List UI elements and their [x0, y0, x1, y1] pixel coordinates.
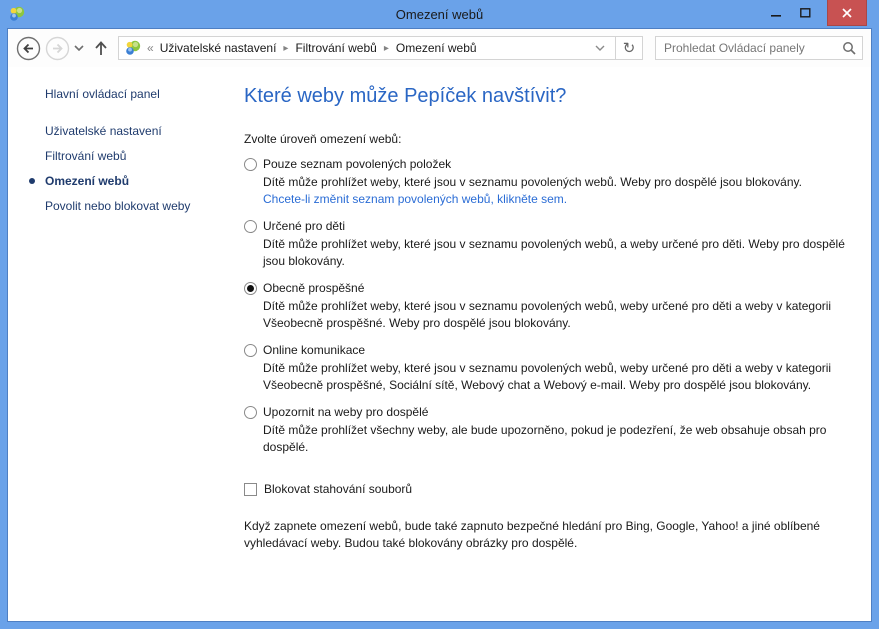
- safe-search-note: Když zapnete omezení webů, bude také zap…: [244, 518, 871, 552]
- option-description: Dítě může prohlížet weby, které jsou v s…: [263, 360, 848, 394]
- maximize-button[interactable]: [791, 0, 820, 26]
- instruction-text: Zvolte úroveň omezení webů:: [244, 132, 871, 146]
- option-row[interactable]: Určené pro děti: [244, 219, 871, 233]
- back-arrow-icon: [16, 36, 41, 61]
- sidebar-item-label: Uživatelské nastavení: [45, 124, 162, 138]
- up-button[interactable]: [94, 40, 108, 56]
- radio-button[interactable]: [244, 220, 257, 233]
- search-icon[interactable]: [842, 41, 856, 55]
- sidebar-item-user-settings[interactable]: Uživatelské nastavení: [8, 124, 236, 138]
- checkbox-label: Blokovat stahování souborů: [264, 482, 412, 496]
- family-safety-icon: [9, 6, 25, 22]
- search-input[interactable]: [662, 40, 838, 56]
- option-warn-on-adult: Upozornit na weby pro dospělé Dítě může …: [244, 405, 871, 456]
- breadcrumb-separator-icon[interactable]: ▸: [280, 43, 291, 54]
- parental-controls-window: Omezení webů: [0, 0, 879, 629]
- option-description: Dítě může prohlížet weby, které jsou v s…: [263, 174, 848, 191]
- window-content: « Uživatelské nastavení ▸ Filtrování web…: [7, 28, 872, 622]
- sidebar-item-label: Hlavní ovládací panel: [45, 87, 160, 101]
- window-controls: [762, 0, 867, 26]
- close-button[interactable]: [827, 0, 867, 26]
- option-description: Dítě může prohlížet weby, které jsou v s…: [263, 298, 848, 332]
- breadcrumb-item[interactable]: Uživatelské nastavení: [156, 41, 281, 55]
- sidebar-item-allow-block-websites[interactable]: Povolit nebo blokovat weby: [8, 199, 236, 213]
- option-designed-for-children: Určené pro děti Dítě může prohlížet weby…: [244, 219, 871, 270]
- option-general-interest: Obecně prospěšné Dítě může prohlížet web…: [244, 281, 871, 332]
- recent-pages-button[interactable]: [74, 45, 84, 51]
- page-title: Které weby může Pepíček navštívit?: [244, 85, 871, 108]
- refresh-button[interactable]: ↻: [616, 36, 643, 60]
- chevron-down-icon: [595, 45, 605, 51]
- up-arrow-icon: [94, 40, 108, 56]
- close-icon: [842, 8, 852, 18]
- radio-button[interactable]: [244, 158, 257, 171]
- main-panel: Které weby může Pepíček navštívit? Zvolt…: [236, 67, 871, 621]
- block-downloads-row[interactable]: Blokovat stahování souborů: [244, 482, 871, 496]
- search-box: [655, 36, 863, 60]
- option-label: Online komunikace: [263, 343, 365, 357]
- radio-button[interactable]: [244, 406, 257, 419]
- sidebar-item-label: Povolit nebo blokovat weby: [45, 199, 190, 213]
- page-body: Hlavní ovládací panel Uživatelské nastav…: [8, 67, 871, 621]
- option-online-communication: Online komunikace Dítě může prohlížet we…: [244, 343, 871, 394]
- edit-allow-list-link[interactable]: Chcete-li změnit seznam povolených webů,…: [263, 191, 848, 208]
- family-safety-icon: [125, 40, 141, 56]
- breadcrumb-separator-icon[interactable]: ▸: [381, 43, 392, 54]
- option-label: Upozornit na weby pro dospělé: [263, 405, 428, 419]
- block-downloads-checkbox[interactable]: [244, 483, 257, 496]
- window-title: Omezení webů: [0, 7, 879, 22]
- active-item-bullet-icon: [29, 178, 35, 184]
- breadcrumb[interactable]: « Uživatelské nastavení ▸ Filtrování web…: [118, 36, 616, 60]
- option-allow-list-only: Pouze seznam povolených položek Dítě můž…: [244, 157, 871, 208]
- option-description: Dítě může prohlížet všechny weby, ale bu…: [263, 422, 848, 456]
- option-row[interactable]: Online komunikace: [244, 343, 871, 357]
- sidebar-item-web-filtering[interactable]: Filtrování webů: [8, 149, 236, 163]
- breadcrumb-item[interactable]: Filtrování webů: [291, 41, 380, 55]
- title-bar: Omezení webů: [0, 0, 879, 28]
- breadcrumb-item[interactable]: Omezení webů: [392, 41, 481, 55]
- option-row[interactable]: Upozornit na weby pro dospělé: [244, 405, 871, 419]
- forward-arrow-icon: [45, 36, 70, 61]
- restriction-level-options: Pouze seznam povolených položek Dítě můž…: [244, 157, 871, 456]
- option-description: Dítě může prohlížet weby, které jsou v s…: [263, 236, 848, 270]
- breadcrumb-trail: « Uživatelské nastavení ▸ Filtrování web…: [145, 41, 481, 55]
- minimize-button[interactable]: [762, 0, 791, 26]
- option-label: Určené pro děti: [263, 219, 345, 233]
- option-row[interactable]: Obecně prospěšné: [244, 281, 871, 295]
- chevron-down-icon: [74, 45, 84, 51]
- radio-button[interactable]: [244, 344, 257, 357]
- sidebar-item-label: Filtrování webů: [45, 149, 126, 163]
- minimize-icon: [771, 8, 782, 18]
- option-label: Obecně prospěšné: [263, 281, 364, 295]
- breadcrumb-overflow-icon[interactable]: «: [145, 41, 156, 55]
- navigation-toolbar: « Uživatelské nastavení ▸ Filtrování web…: [8, 29, 871, 67]
- address-bar: « Uživatelské nastavení ▸ Filtrování web…: [118, 36, 643, 60]
- sidebar-item-main-control-panel[interactable]: Hlavní ovládací panel: [8, 87, 236, 101]
- back-button[interactable]: [16, 36, 41, 61]
- maximize-icon: [800, 8, 811, 18]
- forward-button[interactable]: [45, 36, 70, 61]
- option-label: Pouze seznam povolených položek: [263, 157, 451, 171]
- radio-button[interactable]: [244, 282, 257, 295]
- sidebar: Hlavní ovládací panel Uživatelské nastav…: [8, 67, 236, 621]
- sidebar-item-web-restrictions[interactable]: Omezení webů: [8, 174, 236, 188]
- address-history-button[interactable]: [589, 45, 611, 51]
- option-row[interactable]: Pouze seznam povolených položek: [244, 157, 871, 171]
- sidebar-item-label: Omezení webů: [45, 174, 129, 188]
